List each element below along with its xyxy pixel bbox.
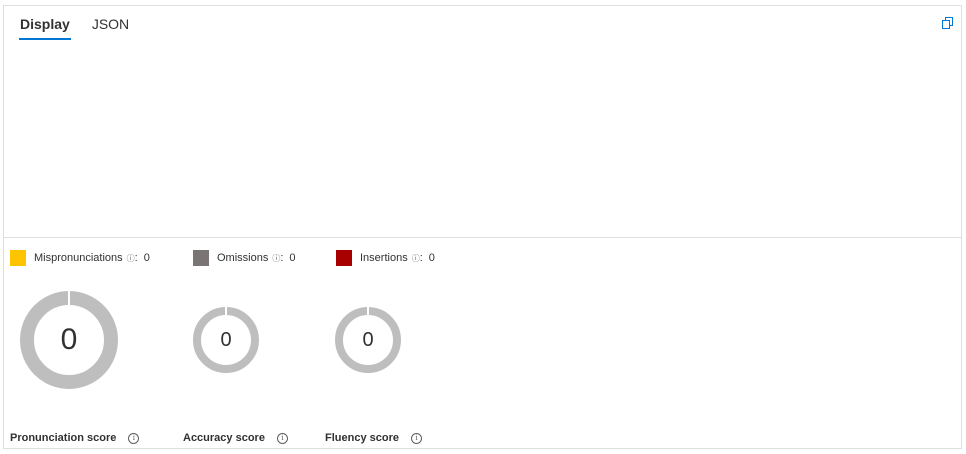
legend-label: Insertions [360, 252, 408, 264]
pronunciation-score-donut: 0 [19, 290, 119, 390]
legend-value: 0 [289, 252, 296, 264]
section-divider [4, 237, 961, 238]
info-icon[interactable]: i [410, 432, 422, 444]
accuracy-score-value: 0 [220, 328, 232, 351]
info-icon[interactable]: i [128, 432, 140, 444]
legend-value: 0 [143, 252, 150, 264]
tab-bar: Display JSON [19, 15, 130, 43]
score-label-text: Fluency score [325, 432, 399, 444]
tab-json[interactable]: JSON [91, 15, 130, 40]
info-icon[interactable]: ⓘ [412, 253, 420, 264]
info-icon[interactable]: ⓘ [127, 253, 135, 264]
legend-colon: : [134, 252, 138, 264]
info-icon[interactable]: ⓘ [272, 253, 280, 264]
legend-colon: : [280, 252, 284, 264]
fluency-score-donut: 0 [334, 306, 402, 374]
legend-insertions: Insertions ⓘ : 0 [336, 250, 435, 266]
mispronunciations-swatch [10, 250, 26, 266]
tab-display[interactable]: Display [19, 15, 71, 40]
accuracy-score-donut: 0 [192, 306, 260, 374]
legend-label: Omissions [217, 252, 269, 264]
score-label-text: Accuracy score [183, 432, 265, 444]
copy-icon [942, 17, 953, 29]
accuracy-score-label: Accuracy score i [183, 432, 288, 444]
fluency-score-value: 0 [362, 328, 374, 351]
result-panel: Display JSON Mispronunciations ⓘ : 0 Omi… [3, 5, 962, 449]
pronunciation-score-label: Pronunciation score i [10, 432, 140, 444]
score-label-text: Pronunciation score [10, 432, 117, 444]
copy-button[interactable] [942, 16, 954, 29]
fluency-score-label: Fluency score i [325, 432, 422, 444]
info-icon[interactable]: i [276, 432, 288, 444]
pronunciation-score-value: 0 [60, 323, 78, 356]
legend-label: Mispronunciations [34, 252, 123, 264]
omissions-swatch [193, 250, 209, 266]
legend-value: 0 [428, 252, 435, 264]
legend-omissions: Omissions ⓘ : 0 [193, 250, 296, 266]
insertions-swatch [336, 250, 352, 266]
legend-colon: : [419, 252, 423, 264]
legend-mispronunciations: Mispronunciations ⓘ : 0 [10, 250, 150, 266]
